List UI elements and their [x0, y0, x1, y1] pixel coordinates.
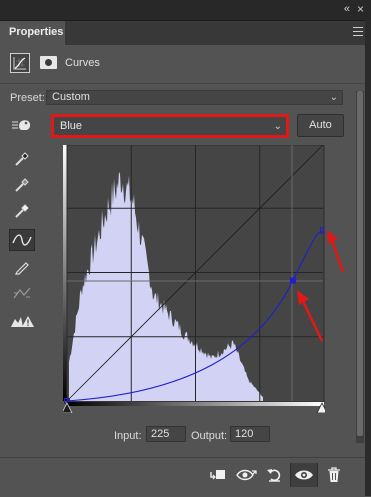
- clipping-warning-icon[interactable]: [9, 310, 35, 332]
- auto-button[interactable]: Auto: [297, 114, 344, 137]
- panel-tab-row: Properties: [0, 21, 371, 45]
- output-field[interactable]: 120: [230, 426, 270, 442]
- gray-point-eyedropper-icon[interactable]: [9, 174, 35, 196]
- header-divider: [0, 83, 371, 84]
- preset-dropdown[interactable]: Custom ⌄: [46, 90, 343, 105]
- layer-mask-icon[interactable]: [40, 56, 57, 69]
- tab-properties[interactable]: Properties: [0, 21, 65, 45]
- toggle-visibility-icon[interactable]: [290, 463, 318, 487]
- panel-bottom-bar: [0, 457, 371, 497]
- adjustment-header: Curves: [0, 45, 371, 82]
- curves-adjustment-icon[interactable]: [10, 53, 30, 73]
- input-label: Input:: [114, 430, 142, 442]
- close-panel-icon[interactable]: ×: [357, 2, 364, 16]
- output-gradient-bar: [63, 145, 67, 401]
- annotation-arrow-upper: [329, 236, 345, 273]
- curve-points-icon[interactable]: [9, 229, 35, 251]
- white-point-eyedropper-icon[interactable]: [9, 200, 35, 222]
- preset-value: Custom: [52, 91, 90, 103]
- target-adjust-hand-icon[interactable]: [9, 114, 35, 136]
- smooth-curve-icon[interactable]: [9, 282, 35, 304]
- view-previous-state-icon[interactable]: [234, 463, 260, 487]
- preset-label: Preset:: [10, 92, 45, 104]
- annotation-arrows: [297, 230, 345, 342]
- panel-title-bar: « ×: [0, 0, 371, 21]
- clip-to-layer-icon[interactable]: [205, 463, 231, 487]
- pencil-draw-icon[interactable]: [9, 256, 35, 278]
- panel-scrollbar[interactable]: [356, 91, 364, 443]
- delete-adjustment-icon[interactable]: [321, 463, 347, 487]
- chevron-down-icon: ⌄: [273, 121, 282, 132]
- chevron-down-icon: ⌄: [329, 92, 338, 103]
- reset-adjustments-icon[interactable]: [262, 463, 288, 487]
- channel-dropdown[interactable]: Blue ⌄: [51, 114, 289, 138]
- scrollbar-thumb[interactable]: [357, 91, 363, 436]
- panel-menu-icon[interactable]: [353, 27, 363, 36]
- collapse-panel-icon[interactable]: «: [344, 3, 350, 15]
- channel-value: Blue: [60, 120, 83, 132]
- black-point-eyedropper-icon[interactable]: [9, 148, 35, 170]
- output-label: Output:: [191, 430, 228, 442]
- adjustment-title: Curves: [65, 57, 100, 69]
- input-field[interactable]: 225: [146, 426, 186, 442]
- input-gradient-bar: [67, 402, 324, 406]
- annotation-arrow-lower: [299, 296, 324, 342]
- panel-right-edge: [365, 20, 371, 496]
